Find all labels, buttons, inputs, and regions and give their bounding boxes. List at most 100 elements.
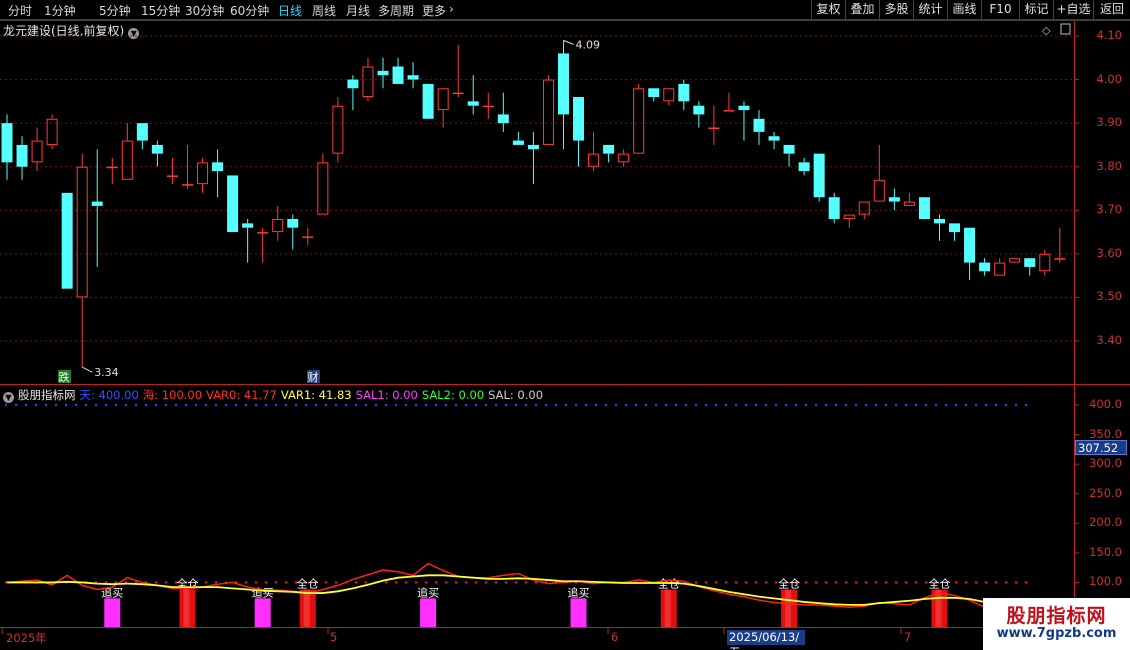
candle-body-down — [888, 197, 900, 202]
sea-line-dot — [414, 581, 418, 584]
candle-body-up — [482, 105, 494, 108]
sky-line-dot — [424, 403, 428, 407]
sea-line-dot — [464, 581, 468, 584]
candle-body-up — [31, 140, 43, 163]
sky-line-dot — [864, 403, 868, 407]
sea-line-dot — [844, 581, 848, 584]
candle-body-down — [1024, 258, 1036, 267]
sea-line-dot — [324, 581, 328, 584]
sky-line-dot — [4, 403, 8, 407]
sky-line-dot — [494, 403, 498, 407]
date-label-july: 7 — [904, 630, 912, 644]
candle-body-down — [136, 123, 148, 141]
sky-line-dot — [64, 403, 68, 407]
sky-line-dot — [704, 403, 708, 407]
sky-line-dot — [234, 403, 238, 407]
candle-body-down — [693, 105, 705, 115]
candle-body-down — [467, 101, 479, 106]
sky-line-dot — [754, 403, 758, 407]
sea-line-dot — [834, 581, 838, 584]
candle-body-down — [392, 66, 404, 84]
sea-line-dot — [724, 581, 728, 584]
candle-body-up — [542, 79, 554, 145]
candle-body-up — [723, 110, 735, 112]
candle-body-down — [242, 223, 254, 228]
candle-body-up — [618, 153, 630, 163]
low-pointer — [81, 366, 93, 373]
price-axis-label: 4.00 — [1096, 71, 1122, 86]
sea-line-dot — [864, 581, 868, 584]
candle-body-down — [61, 192, 73, 289]
candle-body-up — [181, 184, 193, 186]
sky-line-dot — [284, 403, 288, 407]
sea-line-dot — [914, 581, 918, 584]
sky-line-dot — [394, 403, 398, 407]
candle-body-up — [166, 175, 178, 177]
indicator-axis-label: 350.0 — [1089, 426, 1122, 441]
full-position-bar-highlight — [303, 589, 310, 627]
sky-line-dot — [444, 403, 448, 407]
sky-line-dot — [654, 403, 658, 407]
sea-line-dot — [924, 581, 928, 584]
sea-line-dot — [764, 581, 768, 584]
sea-line-dot — [504, 581, 508, 584]
sky-line-dot — [794, 403, 798, 407]
sky-line-dot — [854, 403, 858, 407]
sea-line-dot — [474, 581, 478, 584]
sky-line-dot — [644, 403, 648, 407]
sea-line-dot — [274, 581, 278, 584]
sky-line-dot — [594, 403, 598, 407]
date-label-year: 2025年 — [6, 631, 47, 645]
full-position-label: 全仓 — [928, 577, 950, 591]
sky-line-dot — [614, 403, 618, 407]
sea-line-dot — [824, 581, 828, 584]
sea-line-dot — [494, 581, 498, 584]
sky-line-dot — [954, 403, 958, 407]
sky-line-dot — [774, 403, 778, 407]
sky-line-dot — [324, 403, 328, 407]
price-axis-label: 3.80 — [1096, 158, 1122, 173]
candle-body-up — [1039, 253, 1051, 272]
sky-line-dot — [514, 403, 518, 407]
sky-line-dot — [834, 403, 838, 407]
sky-line-dot — [974, 403, 978, 407]
sea-line-dot — [1004, 581, 1008, 584]
watermark-url: www.7gpzb.com — [996, 626, 1117, 641]
full-position-bar-highlight — [183, 589, 190, 627]
sea-line-dot — [434, 581, 438, 584]
indicator-axis-label: 150.0 — [1089, 544, 1122, 559]
panel-toggle-icon — [1060, 23, 1071, 35]
sea-line-dot — [154, 581, 158, 584]
sky-line-dot — [894, 403, 898, 407]
candle-body-down — [16, 144, 28, 167]
sea-line-dot — [804, 581, 808, 584]
sea-line-dot — [904, 581, 908, 584]
sea-line-dot — [714, 581, 718, 584]
candle-body-down — [603, 144, 615, 154]
sky-line-dot — [204, 403, 208, 407]
sky-line-dot — [34, 403, 38, 407]
candle-body-down — [212, 162, 224, 172]
candle-body-down — [979, 262, 991, 272]
full-position-bar-highlight — [664, 589, 671, 627]
sea-line-dot — [454, 581, 458, 584]
sky-line-dot — [824, 403, 828, 407]
sea-line-dot — [994, 581, 998, 584]
date-label-june: 6 — [611, 630, 619, 644]
sea-line-dot — [984, 581, 988, 584]
sky-line-dot — [734, 403, 738, 407]
sky-line-dot — [104, 403, 108, 407]
buy-signal-label: 追买 — [568, 585, 590, 599]
sea-line-dot — [524, 581, 528, 584]
candle-body-up — [1009, 258, 1021, 263]
sky-line-dot — [564, 403, 568, 407]
sky-line-dot — [944, 403, 948, 407]
sky-line-dot — [1024, 403, 1028, 407]
sky-line-dot — [144, 403, 148, 407]
sky-line-dot — [404, 403, 408, 407]
sky-line-dot — [474, 403, 478, 407]
sea-line-dot — [254, 581, 258, 584]
sky-line-dot — [414, 403, 418, 407]
sea-line-dot — [754, 581, 758, 584]
sky-line-dot — [274, 403, 278, 407]
